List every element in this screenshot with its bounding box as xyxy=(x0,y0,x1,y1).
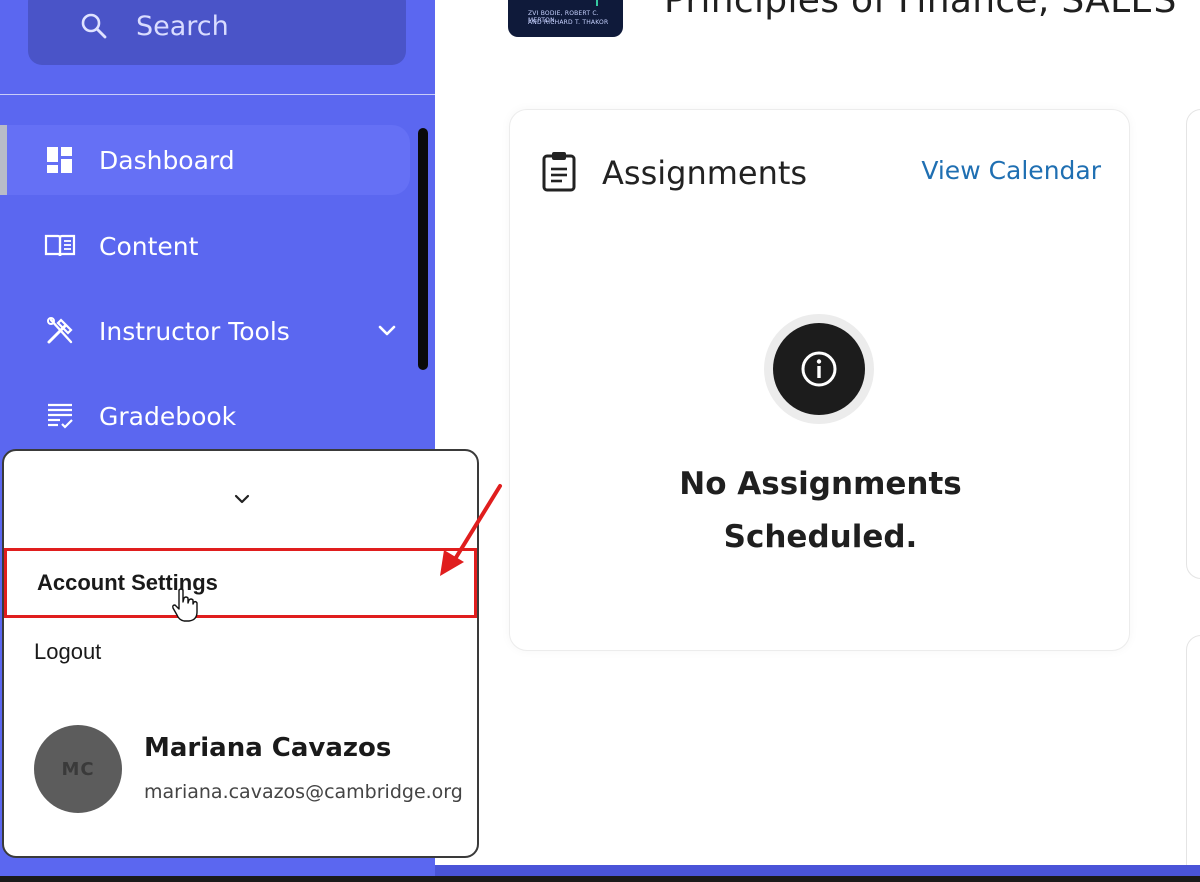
card-title: Assignments xyxy=(602,154,808,192)
sidebar-item-content[interactable]: Content xyxy=(0,211,410,281)
empty-line-2: Scheduled. xyxy=(723,519,918,555)
page-title: Principles of Finance, SALES xyxy=(664,0,1177,21)
chevron-down-icon[interactable] xyxy=(232,489,252,509)
account-settings-option[interactable]: Account Settings xyxy=(4,548,477,618)
empty-line-1: No Assignments xyxy=(679,466,962,502)
gradebook-icon xyxy=(44,400,76,432)
search-box[interactable] xyxy=(28,0,406,65)
taskbar-edge xyxy=(0,876,1200,882)
assignments-card: Assignments View Calendar No Assignments… xyxy=(509,109,1130,651)
book-icon xyxy=(44,230,76,262)
sidebar-item-dashboard[interactable]: Dashboard xyxy=(0,125,410,195)
chevron-down-icon[interactable] xyxy=(376,320,398,342)
sidebar-item-gradebook[interactable]: Gradebook xyxy=(0,381,410,451)
search-input[interactable] xyxy=(136,10,376,42)
sidebar-item-label: Dashboard xyxy=(99,145,235,175)
annotation-arrow-icon xyxy=(440,484,502,576)
tools-icon xyxy=(44,315,76,347)
clipboard-icon xyxy=(542,152,576,192)
user-email: mariana.cavazos@cambridge.org xyxy=(144,781,463,803)
user-profile: MC Mariana Cavazos mariana.cavazos@cambr… xyxy=(34,725,464,815)
book-cover: ZVI BODIE, ROBERT C. MERTON AND RICHARD … xyxy=(508,0,623,37)
sidebar-item-label: Content xyxy=(99,231,199,261)
view-calendar-link[interactable]: View Calendar xyxy=(921,156,1101,185)
logout-option[interactable]: Logout xyxy=(4,617,477,687)
cover-accent xyxy=(596,0,598,6)
sidebar-item-label: Gradebook xyxy=(99,401,237,431)
sidebar-item-instructor-tools[interactable]: Instructor Tools xyxy=(0,296,410,366)
user-name: Mariana Cavazos xyxy=(144,733,392,763)
avatar: MC xyxy=(34,725,122,813)
right-card-partial-lower xyxy=(1186,635,1200,882)
account-menu: Account Settings Logout MC Mariana Cavaz… xyxy=(2,449,479,858)
sidebar-item-label: Instructor Tools xyxy=(99,316,290,346)
sidebar-divider xyxy=(0,94,435,95)
dashboard-icon xyxy=(44,144,76,176)
info-icon xyxy=(773,323,865,415)
search-icon xyxy=(81,13,107,39)
sidebar-scrollbar[interactable] xyxy=(418,128,428,370)
empty-state-message: No Assignments Scheduled. xyxy=(510,458,1131,564)
hand-cursor-icon xyxy=(172,588,198,622)
right-card-partial xyxy=(1186,109,1200,579)
cover-authors-line2: AND RICHARD T. THAKOR xyxy=(528,19,609,26)
info-badge xyxy=(764,314,874,424)
